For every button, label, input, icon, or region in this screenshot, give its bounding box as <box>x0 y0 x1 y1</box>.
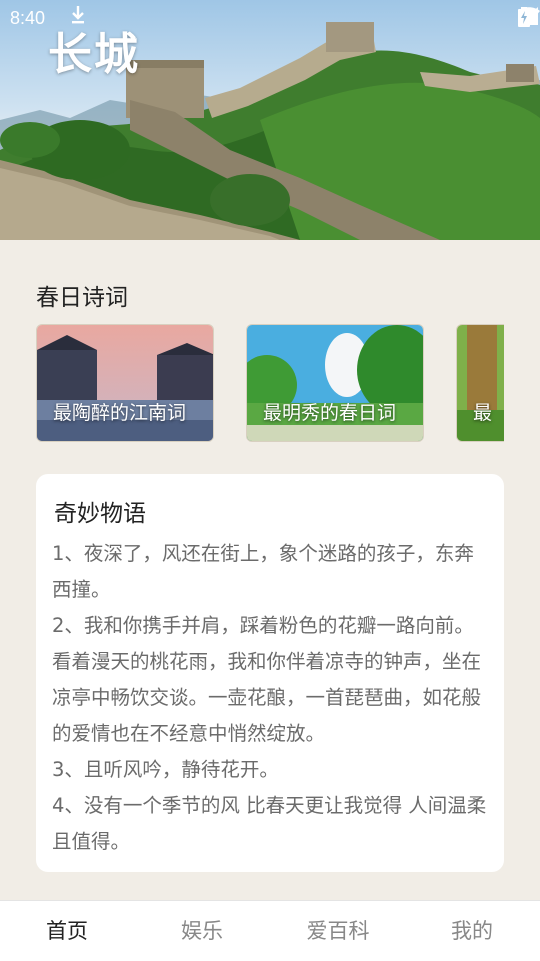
story-card: 奇妙物语 1、夜深了，风还在街上，象个迷路的孩子，东奔西撞。 2、我和你携手并肩… <box>36 474 504 872</box>
story-paragraph: 1、夜深了，风还在街上，象个迷路的孩子，东奔西撞。 <box>52 542 474 601</box>
poem-card-label: 最 <box>473 402 493 424</box>
poem-card-third[interactable]: 最 <box>456 324 504 442</box>
tab-entertainment[interactable]: 娱乐 <box>147 901 257 961</box>
poem-card-label: 最陶醉的江南词 <box>53 402 187 424</box>
status-time: 8:40 <box>10 8 46 28</box>
poem-card-label: 最明秀的春日词 <box>263 402 397 424</box>
hero-title: 长城 <box>48 29 140 80</box>
poem-card-spring[interactable]: 最明秀的春日词 <box>246 324 424 442</box>
poem-card-jiangnan[interactable]: 最陶醉的江南词 <box>36 324 214 442</box>
story-paragraph: 2、我和你携手并肩，踩着粉色的花瓣一路向前。看着漫天的桃花雨，我和你伴着凉寺的钟… <box>52 614 482 745</box>
story-paragraph: 4、没有一个季节的风 比春天更让我觉得 人间温柔且值得。 <box>52 794 487 853</box>
story-title: 奇妙物语 <box>54 501 146 527</box>
bottom-tab-bar: 首页 娱乐 爱百科 我的 <box>0 900 540 961</box>
hero-image: 8:40 长城 <box>0 0 540 240</box>
story-paragraph: 3、且听风吟，静待花开。 <box>52 758 279 781</box>
tab-home[interactable]: 首页 <box>12 901 122 961</box>
tab-encyclopedia[interactable]: 爱百科 <box>283 901 393 961</box>
tab-mine[interactable]: 我的 <box>417 901 527 961</box>
poem-card-carousel[interactable]: 最陶醉的江南词 最明秀的春日词 最 <box>36 324 504 444</box>
poems-section-title: 春日诗词 <box>36 285 128 311</box>
